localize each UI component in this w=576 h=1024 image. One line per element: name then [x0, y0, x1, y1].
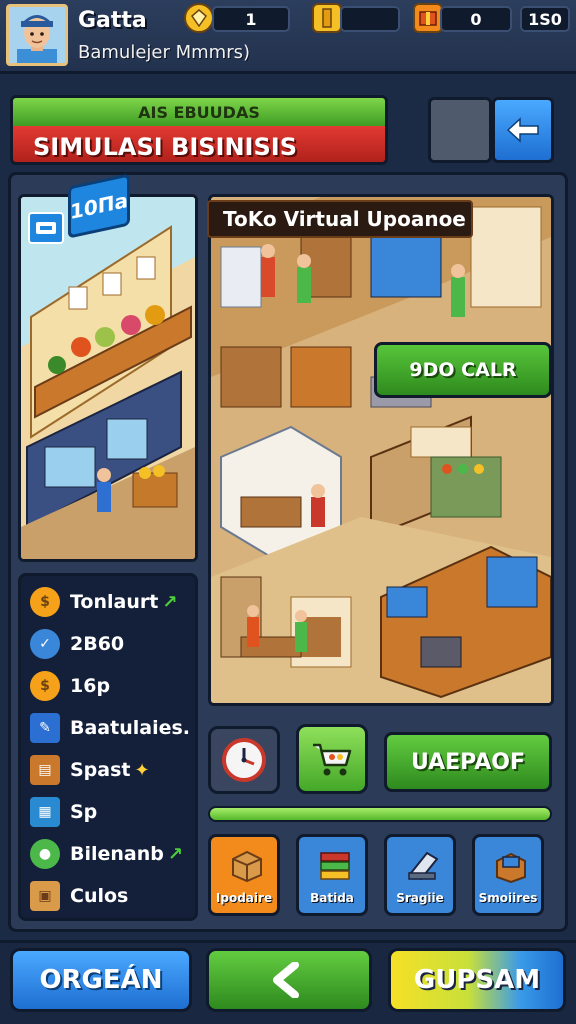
- diamond-gem-icon: [184, 3, 214, 33]
- banner-title: SIMULASI BISINISIS: [33, 133, 297, 161]
- parcel-icon: [232, 850, 262, 883]
- coin-icon: $: [30, 587, 60, 617]
- stat-row: $ 16p: [30, 668, 195, 704]
- cash-chest-icon: [413, 3, 443, 33]
- stat-label: Spast: [70, 759, 131, 781]
- green-orb-icon: ●: [30, 839, 60, 869]
- stat-label: 2B60: [70, 633, 125, 655]
- shop-scene-left[interactable]: [18, 194, 198, 562]
- tab-sragiie[interactable]: Sragiie: [384, 834, 456, 916]
- trend-up-icon: ↗: [167, 843, 183, 865]
- stat-row: ▦ Sp: [30, 794, 195, 830]
- stat-row: ✓ 2B60: [30, 626, 195, 662]
- gold-coin-icon: [312, 3, 342, 33]
- player-subtitle: Bamulejer Mmmrs): [78, 42, 250, 63]
- trend-up-icon: ↗: [162, 591, 178, 613]
- banner-kicker-strip: AIS EBUUDAS: [13, 98, 385, 126]
- virtual-store-illustration: [211, 197, 551, 703]
- store-title: ToKo Virtual Upoanoe: [223, 207, 466, 231]
- stat-label: Culos: [70, 885, 129, 907]
- books-icon: [320, 852, 350, 880]
- arrow-left-icon: [506, 117, 539, 143]
- basket-icon: ▦: [30, 797, 60, 827]
- tab-batida[interactable]: Batida: [296, 834, 368, 916]
- compass-icon: ✓: [30, 629, 60, 659]
- organ-button[interactable]: ORGEÁN: [10, 948, 192, 1012]
- stat-row: ● Bilenanb ↗: [30, 836, 195, 872]
- stat-label: 16p: [70, 675, 111, 697]
- clock-icon: [222, 738, 266, 782]
- coin-icon: $: [30, 671, 60, 701]
- back-arrow-icon: [273, 962, 299, 998]
- tab-label: Smoiires: [478, 891, 538, 905]
- stat-label: Baatulaies.: [70, 717, 190, 739]
- cash-counter: 0: [440, 6, 512, 32]
- crates-icon: [496, 852, 526, 883]
- scanner-icon: [408, 851, 439, 881]
- stat-row: ▤ Spast ✦: [30, 752, 195, 788]
- player-avatar[interactable]: [6, 4, 68, 66]
- level-counter: 1S0: [520, 6, 570, 32]
- ticket-icon[interactable]: [28, 212, 64, 244]
- stat-label: Tonlaurt: [70, 591, 159, 613]
- banner-title-strip: SIMULASI BISINISIS: [13, 126, 385, 162]
- stat-label: Bilenanb: [70, 843, 164, 865]
- tab-label: Batida: [310, 891, 354, 905]
- store-title-plate: ToKo Virtual Upoanoe: [207, 200, 473, 238]
- title-banner: AIS EBUUDAS SIMULASI BISINISIS: [10, 95, 388, 165]
- gupsam-button[interactable]: GUPSAM: [388, 948, 566, 1012]
- banner-kicker: AIS EBUUDAS: [138, 102, 260, 122]
- shop-scene-main[interactable]: [208, 194, 554, 706]
- cart-button[interactable]: [296, 724, 368, 794]
- progress-fill: [210, 808, 550, 820]
- player-name: Gatta: [78, 8, 147, 33]
- gem-counter: 1: [212, 6, 290, 32]
- menu-slot-button[interactable]: [428, 97, 492, 163]
- stat-row: ✎ Baatulaies.: [30, 710, 195, 746]
- edit-icon: ✎: [30, 713, 60, 743]
- stat-row: ▣ Culos: [30, 878, 195, 914]
- timer-button[interactable]: [208, 726, 280, 794]
- box-icon: ▣: [30, 881, 60, 911]
- shopping-cart-icon: [313, 743, 352, 776]
- coin-counter: [340, 6, 400, 32]
- price-button[interactable]: 9DO CALR: [374, 342, 552, 398]
- stat-row: $ Tonlaurt ↗: [30, 584, 195, 620]
- stat-label: Sp: [70, 801, 98, 823]
- tab-label: Ipodaire: [215, 891, 273, 905]
- sparkle-icon: ✦: [134, 759, 150, 781]
- tab-ipodaire[interactable]: Ipodaire: [208, 834, 280, 916]
- tab-smoiires[interactable]: Smoiires: [472, 834, 544, 916]
- upgrade-progress-bar: [208, 806, 552, 822]
- avatar-portrait-icon: [9, 7, 65, 63]
- upgrade-button[interactable]: UAEPAOF: [384, 732, 552, 792]
- back-button[interactable]: [492, 97, 554, 163]
- crate-icon: ▤: [30, 755, 60, 785]
- tab-label: Sragiie: [396, 891, 444, 905]
- shop-interior-illustration: [21, 197, 195, 559]
- back-nav-button[interactable]: [206, 948, 372, 1012]
